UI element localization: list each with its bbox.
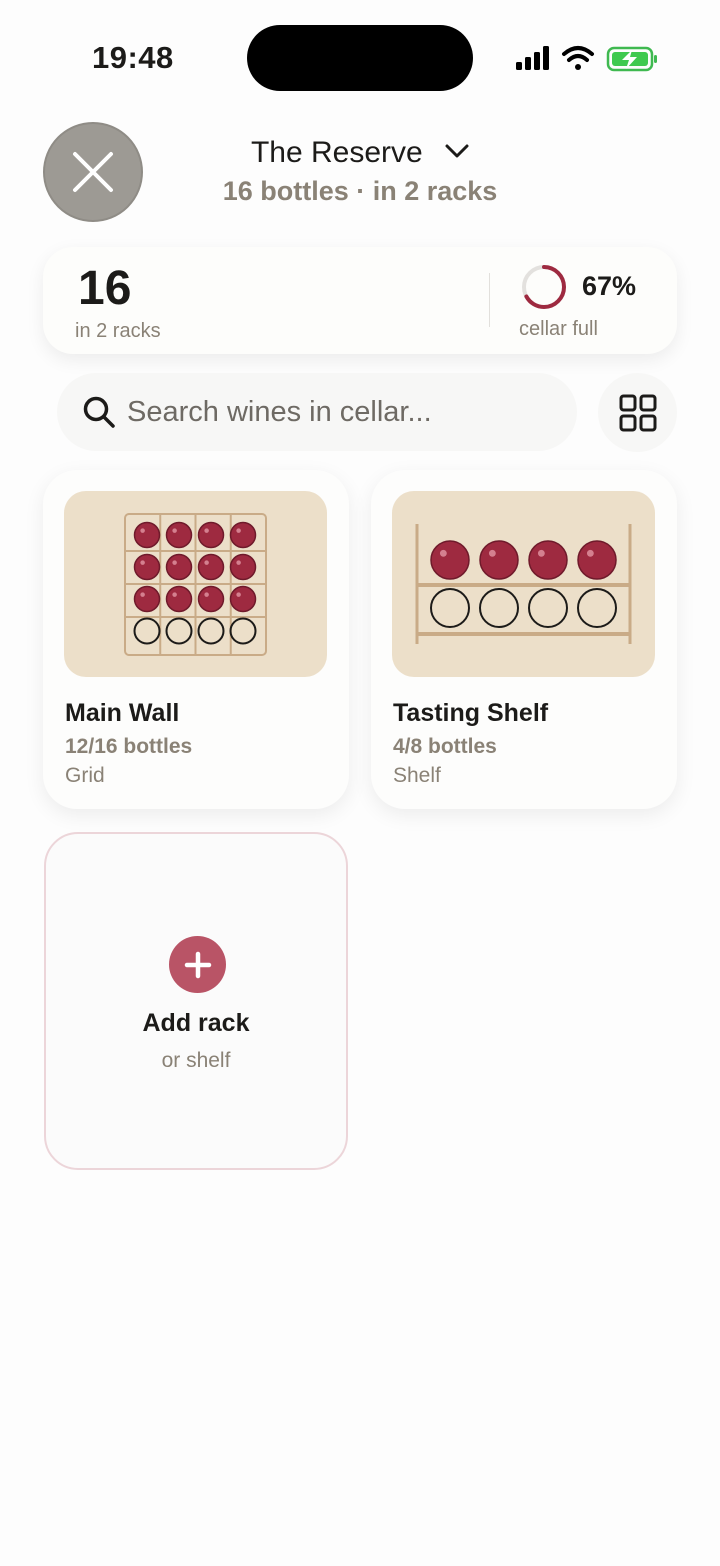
filled-bottle [197,585,225,613]
empty-slot [197,617,225,645]
wifi-icon [562,46,594,70]
add-rack-button[interactable]: Add rack or shelf [44,832,348,1170]
rack-card-tasting-shelf[interactable]: Tasting Shelf 4/8 bottles Shelf [371,470,677,809]
empty-slot [479,588,519,628]
summary-divider [489,273,490,327]
filled-bottle [229,585,257,613]
fill-label: cellar full [519,318,598,340]
empty-slot [577,588,617,628]
filled-bottle [528,540,568,580]
status-bar: 19:48 [0,0,720,110]
status-time: 19:48 [92,40,174,75]
rack-type: Shelf [393,764,441,787]
filled-bottle [133,521,161,549]
filled-bottle [577,540,617,580]
filled-bottle [430,540,470,580]
bottle-count: 16 [78,262,132,315]
cellar-selector[interactable]: The Reserve [0,136,720,170]
battery-icon [606,46,657,72]
rack-bottle-count: 4/8 bottles [393,735,497,758]
shelf-rack-illustration [415,524,632,644]
filled-bottle [479,540,519,580]
search-input[interactable] [127,387,557,437]
filled-bottle [229,521,257,549]
grid-view-icon [619,394,656,431]
dynamic-island [247,25,473,91]
chevron-down-icon [445,144,469,158]
bottle-count-label: in 2 racks [75,320,161,342]
summary-card: 16 in 2 racks 67% cellar full [43,247,677,354]
fill-percent: 67% [582,271,637,301]
empty-slot [229,617,257,645]
empty-slot [133,617,161,645]
cellar-title: The Reserve [250,136,423,169]
filled-bottle [197,521,225,549]
cellar-subtitle: 16 bottles · in 2 racks [222,176,498,206]
signal-icon [516,46,549,70]
filled-bottle [133,585,161,613]
filled-bottle [165,553,193,581]
add-rack-title: Add rack [142,1009,250,1037]
empty-slot [430,588,470,628]
fill-progress-ring [522,265,566,309]
filled-bottle [229,553,257,581]
rack-name: Tasting Shelf [393,699,549,727]
search-bar[interactable] [57,373,577,451]
rack-thumbnail [392,491,655,677]
rack-card-main-wall[interactable]: Main Wall 12/16 bottles Grid [43,470,349,809]
empty-slot [528,588,568,628]
filled-bottle [133,553,161,581]
add-rack-subtitle: or shelf [161,1049,231,1072]
rack-name: Main Wall [65,699,180,727]
rack-type: Grid [65,764,105,787]
view-toggle-button[interactable] [598,373,677,452]
rack-bottle-count: 12/16 bottles [65,735,193,758]
grid-rack-illustration [124,513,267,656]
filled-bottle [165,585,193,613]
empty-slot [165,617,193,645]
rack-thumbnail [64,491,327,677]
plus-icon [169,936,226,993]
status-icons [516,46,657,72]
filled-bottle [197,553,225,581]
filled-bottle [165,521,193,549]
search-icon [83,396,115,428]
